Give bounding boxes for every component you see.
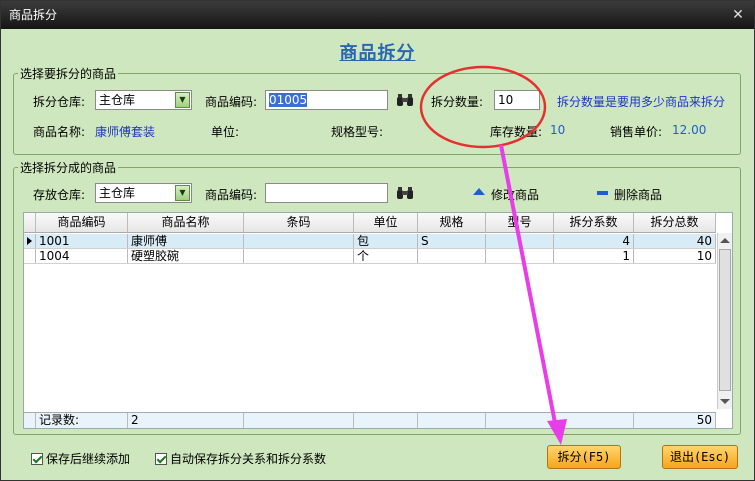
- checkbox-checked-icon[interactable]: [155, 452, 167, 465]
- scroll-thumb[interactable]: [719, 249, 731, 391]
- spec-label: 规格型号:: [331, 125, 384, 139]
- column-header[interactable]: 商品名称: [128, 213, 244, 232]
- table-cell[interactable]: 硬塑胶碗: [128, 249, 244, 263]
- column-header[interactable]: 拆分系数: [554, 213, 634, 232]
- title-bar: 商品拆分 ✕: [1, 1, 754, 29]
- page-title: 商品拆分: [339, 43, 416, 64]
- stock-label: 库存数量:: [490, 125, 543, 139]
- table-cell[interactable]: 个: [354, 249, 418, 263]
- column-header[interactable]: 规格: [418, 213, 486, 232]
- price-value: 12.00: [672, 123, 707, 137]
- table-cell[interactable]: 康师傅: [128, 234, 244, 248]
- product-name-value: 康师傅套装: [95, 125, 156, 139]
- table-cell[interactable]: [418, 249, 486, 263]
- minus-icon[interactable]: [597, 191, 608, 195]
- close-icon[interactable]: ✕: [730, 7, 746, 23]
- column-header[interactable]: 商品编码: [36, 213, 128, 232]
- footer-cell: [354, 413, 418, 428]
- edit-arrow-icon[interactable]: [473, 188, 485, 195]
- split-qty-hint: 拆分数量是要用多少商品来拆分: [557, 95, 726, 109]
- source-group-legend: 选择要拆分的商品: [20, 67, 117, 81]
- target-warehouse-select[interactable]: 主仓库 ▼: [95, 183, 192, 203]
- exit-button[interactable]: 退出(Esc): [662, 445, 738, 469]
- target-warehouse-label: 存放仓库:: [33, 188, 86, 202]
- source-product-group: 选择要拆分的商品: [13, 65, 741, 155]
- row-indicator: [24, 249, 36, 263]
- table-cell[interactable]: 40: [634, 234, 716, 248]
- table-cell[interactable]: 4: [554, 234, 634, 248]
- table-cell[interactable]: [486, 234, 554, 248]
- column-header[interactable]: 单位: [354, 213, 418, 232]
- chevron-down-icon[interactable]: ▼: [175, 185, 190, 201]
- source-warehouse-label: 拆分仓库:: [33, 95, 86, 109]
- stock-value: 10: [550, 123, 566, 137]
- auto-save-checkbox[interactable]: 自动保存拆分关系和拆分系数: [155, 450, 326, 467]
- row-pointer-icon: [27, 237, 32, 245]
- edit-product-button[interactable]: 修改商品: [491, 186, 539, 203]
- binoculars-icon[interactable]: [396, 186, 414, 200]
- split-qty-input[interactable]: 10: [494, 90, 540, 110]
- footer-cell: [554, 413, 634, 428]
- auto-save-label: 自动保存拆分关系和拆分系数: [170, 452, 327, 466]
- table-header: 商品编码 商品名称 条码 单位 规格 型号 拆分系数 拆分总数: [24, 213, 716, 233]
- table-footer: 记录数: 2 50: [24, 412, 716, 428]
- footer-total: 50: [634, 413, 716, 428]
- table-cell[interactable]: [244, 249, 354, 263]
- target-code-input[interactable]: [265, 183, 388, 203]
- scroll-down-icon[interactable]: [720, 399, 730, 404]
- keep-adding-label: 保存后继续添加: [46, 452, 131, 466]
- column-header[interactable]: 条码: [244, 213, 354, 232]
- footer-indicator: [24, 413, 36, 428]
- vertical-scrollbar[interactable]: [717, 233, 732, 409]
- chevron-down-icon[interactable]: ▼: [175, 92, 190, 108]
- split-qty-value: 10: [498, 93, 514, 107]
- unit-label: 单位:: [211, 125, 240, 139]
- source-warehouse-value: 主仓库: [99, 93, 136, 107]
- table-cell[interactable]: 1004: [36, 249, 128, 263]
- delete-product-button[interactable]: 删除商品: [614, 186, 662, 203]
- table-cell[interactable]: [244, 234, 354, 248]
- scroll-up-icon[interactable]: [720, 238, 730, 243]
- price-label: 销售单价:: [610, 125, 663, 139]
- binoculars-icon[interactable]: [396, 93, 414, 107]
- split-button[interactable]: 拆分(F5): [547, 445, 621, 469]
- split-dialog: 商品拆分 ✕ 商品拆分 选择要拆分的商品 拆分仓库: 主仓库 ▼ 商品编码: 0…: [0, 0, 755, 481]
- source-code-value: 01005: [269, 93, 308, 107]
- header-indicator: [24, 213, 36, 232]
- table-cell[interactable]: 1001: [36, 234, 128, 248]
- column-header[interactable]: 型号: [486, 213, 554, 232]
- split-qty-label: 拆分数量:: [431, 95, 484, 109]
- keep-adding-checkbox[interactable]: 保存后继续添加: [31, 450, 130, 467]
- product-name-label: 商品名称:: [33, 125, 86, 139]
- split-items-table: 商品编码 商品名称 条码 单位 规格 型号 拆分系数 拆分总数 1001 康师傅…: [23, 212, 733, 429]
- table-cell[interactable]: [486, 249, 554, 263]
- source-code-input[interactable]: 01005: [265, 90, 388, 110]
- table-cell[interactable]: S: [418, 234, 486, 248]
- window-title: 商品拆分: [9, 8, 58, 22]
- table-cell[interactable]: 1: [554, 249, 634, 263]
- record-count-label: 记录数:: [36, 413, 128, 428]
- target-group-legend: 选择拆分成的商品: [20, 161, 117, 175]
- record-count-value: 2: [128, 413, 244, 428]
- source-code-label: 商品编码:: [205, 95, 258, 109]
- table-cell[interactable]: 包: [354, 234, 418, 248]
- footer-cell: [486, 413, 554, 428]
- checkbox-checked-icon[interactable]: [31, 452, 43, 465]
- footer-cell: [418, 413, 486, 428]
- table-cell[interactable]: 10: [634, 249, 716, 263]
- source-warehouse-select[interactable]: 主仓库 ▼: [95, 90, 192, 110]
- footer-cell: [244, 413, 354, 428]
- target-code-label: 商品编码:: [205, 188, 258, 202]
- target-warehouse-value: 主仓库: [99, 186, 136, 200]
- column-header[interactable]: 拆分总数: [634, 213, 716, 232]
- row-indicator: [24, 234, 36, 248]
- table-row[interactable]: 1001 康师傅 包 S 4 40: [24, 234, 716, 249]
- table-row[interactable]: 1004 硬塑胶碗 个 1 10: [24, 249, 716, 264]
